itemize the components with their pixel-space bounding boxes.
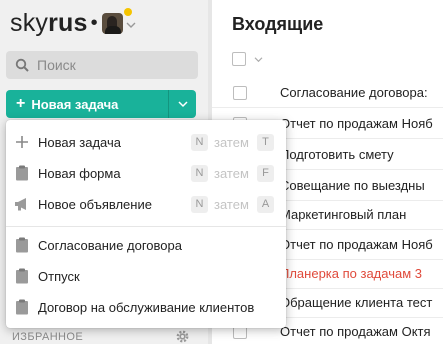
task-title[interactable]: Отчет по продажам Октя (280, 324, 431, 339)
task-title[interactable]: Подготовить смету (280, 147, 394, 162)
chevron-down-icon[interactable] (126, 21, 136, 29)
new-task-dropdown-toggle[interactable] (168, 90, 196, 118)
menu-item-label: Согласование договора (38, 237, 182, 253)
menu-item-new-form[interactable]: Новая форма N затем F (6, 158, 286, 188)
menu-item-label: Новая форма (38, 165, 121, 181)
task-checkbox[interactable] (233, 86, 247, 100)
menu-item-label: Отпуск (38, 268, 80, 284)
task-title[interactable]: Отчет по продажам Нояб (280, 237, 433, 252)
menu-item-template[interactable]: Отпуск (6, 261, 286, 291)
task-title[interactable]: Совещание по выездны (280, 178, 425, 193)
plus-icon: + (16, 95, 26, 112)
favorites-section-label: ИЗБРАННОЕ (12, 331, 84, 343)
logo-dot: • (90, 11, 98, 34)
chevron-down-icon[interactable] (254, 56, 263, 63)
clipboard-icon (14, 237, 30, 253)
shortcut-key: N (191, 195, 208, 213)
select-all[interactable] (232, 52, 263, 66)
task-title[interactable]: Согласование договора: (280, 85, 428, 100)
menu-item-new-task[interactable]: Новая задача N затем T (6, 127, 286, 157)
menu-item-label: Новое объявление (38, 196, 152, 212)
task-title[interactable]: Отчет по продажам Нояб (280, 116, 433, 131)
menu-item-label: Договор на обслуживание клиентов (38, 299, 255, 315)
shortcut-key: F (257, 164, 274, 182)
logo-text-regular: sky (10, 8, 49, 37)
app-logo[interactable]: sky rus • (10, 7, 136, 39)
gear-icon[interactable] (175, 329, 190, 344)
select-all-checkbox[interactable] (232, 52, 246, 66)
plus-icon (14, 134, 30, 150)
new-task-label: Новая задача (31, 96, 119, 112)
shortcut-then-label: затем (214, 165, 249, 181)
shortcut-key: N (191, 133, 208, 151)
task-title[interactable]: Обращение клиента тест (280, 295, 432, 310)
page-title: Входящие (232, 14, 324, 34)
menu-item-new-announcement[interactable]: Новое объявление N затем A (6, 189, 286, 219)
shortcut-then-label: затем (214, 134, 249, 150)
new-item-dropdown-menu: Новая задача N затем T Новая форма N зат… (6, 120, 286, 328)
clipboard-icon (14, 299, 30, 315)
menu-divider (6, 226, 286, 227)
chevron-down-icon (177, 101, 188, 108)
shortcut-key: N (191, 164, 208, 182)
clipboard-icon (14, 268, 30, 284)
new-task-button[interactable]: + Новая задача (6, 90, 168, 118)
shortcut-key: T (257, 133, 274, 151)
shortcut-then-label: затем (214, 196, 249, 212)
megaphone-icon (14, 196, 30, 212)
search-placeholder: Поиск (37, 57, 76, 73)
search-icon (15, 58, 29, 72)
menu-item-template[interactable]: Согласование договора (6, 230, 286, 260)
notification-badge (124, 8, 132, 16)
task-title-overdue[interactable]: Планерка по задачам 3 (280, 266, 422, 281)
table-row[interactable]: Согласование договора: (212, 78, 443, 108)
menu-item-template[interactable]: Договор на обслуживание клиентов (6, 292, 286, 322)
logo-text-bold: rus (48, 8, 88, 37)
task-title[interactable]: Маркетинговый план (280, 207, 406, 222)
shortcut-key: A (257, 195, 274, 213)
avatar[interactable] (101, 12, 123, 34)
clipboard-icon (14, 165, 30, 181)
search-input[interactable]: Поиск (6, 51, 198, 79)
menu-item-label: Новая задача (38, 134, 121, 150)
new-task-split-button: + Новая задача (6, 90, 196, 118)
